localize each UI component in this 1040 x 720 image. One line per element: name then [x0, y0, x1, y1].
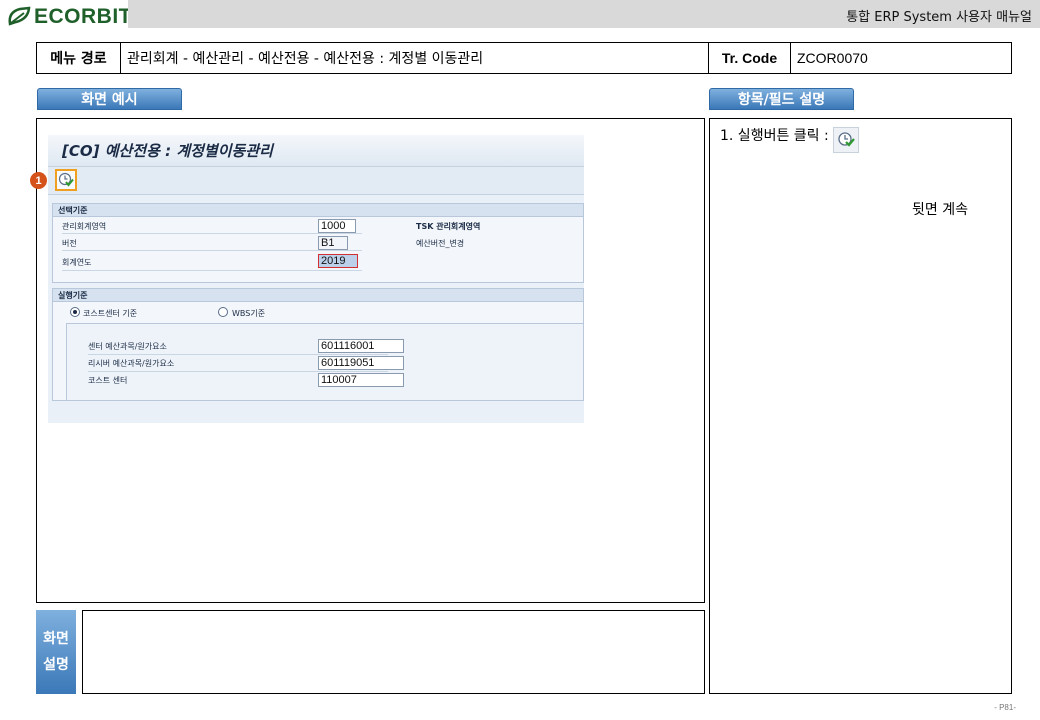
step1-description: 1. 실행버튼 클릭 : — [720, 128, 829, 144]
receiver-account-label: 리시버 예산과목/원가요소 — [88, 359, 175, 368]
version-label: 버전 — [62, 239, 77, 248]
ecorbit-logo: ECORBIT — [6, 4, 132, 30]
sap-toolbar — [48, 167, 584, 195]
logo-text: ECORBIT — [34, 5, 132, 28]
tr-code-label: Tr. Code — [709, 43, 791, 73]
row-divider — [88, 354, 388, 355]
menu-path-table: 메뉴 경로 관리회계 - 예산관리 - 예산전용 - 예산전용 : 계정별 이동… — [36, 42, 1012, 74]
row-divider — [62, 233, 362, 234]
controlling-area-field[interactable]: 1000 — [318, 219, 356, 233]
wbs-radio-label: WBS기준 — [232, 309, 266, 318]
cost-center-radio-label: 코스트센터 기준 — [83, 309, 138, 318]
ecorbit-logo-icon — [6, 6, 32, 28]
row-divider — [62, 270, 362, 271]
wbs-radio[interactable] — [218, 307, 228, 317]
sap-title-bar: [CO] 예산전용 : 계정별이동관리 — [48, 135, 584, 167]
cost-center-label: 코스트 센터 — [88, 376, 128, 385]
menu-path-value: 관리회계 - 예산관리 - 예산전용 - 예산전용 : 계정별 이동관리 — [121, 43, 709, 73]
cost-center-radio[interactable] — [70, 307, 80, 317]
menu-path-label: 메뉴 경로 — [37, 43, 121, 73]
screen-description-line1: 화면 — [43, 631, 69, 647]
screen-description-box — [82, 610, 705, 694]
execute-clock-icon — [58, 172, 74, 187]
receiver-account-field[interactable]: 601119051 — [318, 356, 404, 370]
row-divider — [62, 250, 362, 251]
cost-center-field[interactable]: 110007 — [318, 373, 404, 387]
continue-note: 뒷면 계속 — [912, 202, 968, 218]
header-bar: 통합 ERP System 사용자 매뉴얼 — [128, 0, 1040, 28]
selection-criteria-heading: 선택기준 — [53, 204, 583, 217]
screen-example-tab: 화면 예시 — [37, 88, 182, 110]
execute-icon — [832, 127, 859, 153]
fiscal-year-field[interactable]: 2019 — [318, 254, 358, 268]
sap-screenshot: [CO] 예산전용 : 계정별이동관리 선택기준 관리회계영역 1000 TSK… — [48, 135, 584, 423]
version-field[interactable]: B1 — [318, 236, 348, 250]
field-description-panel: 1. 실행버튼 클릭 : 뒷면 계속 — [709, 118, 1012, 694]
tr-code-value: ZCOR0070 — [797, 50, 868, 66]
row-divider — [88, 371, 388, 372]
screen-description-line2: 설명 — [43, 657, 69, 673]
screen-description-tab: 화면 설명 — [36, 610, 76, 694]
controlling-area-desc: TSK 관리회계영역 — [416, 222, 481, 231]
field-description-tab: 항목/필드 설명 — [709, 88, 854, 110]
document-title: 통합 ERP System 사용자 매뉴얼 — [846, 10, 1032, 25]
version-desc: 예산버전_변경 — [416, 239, 465, 248]
controlling-area-label: 관리회계영역 — [62, 222, 107, 231]
page-number: - P81- — [994, 703, 1016, 712]
center-account-label: 센터 예산과목/원가요소 — [88, 342, 167, 351]
fiscal-year-label: 회계연도 — [62, 258, 92, 267]
center-account-field[interactable]: 601116001 — [318, 339, 404, 353]
sap-screen-title: [CO] 예산전용 : 계정별이동관리 — [62, 142, 273, 160]
step-marker-badge: 1 — [30, 172, 47, 189]
execute-button[interactable] — [55, 169, 77, 191]
execution-criteria-heading: 실행기준 — [53, 289, 583, 302]
